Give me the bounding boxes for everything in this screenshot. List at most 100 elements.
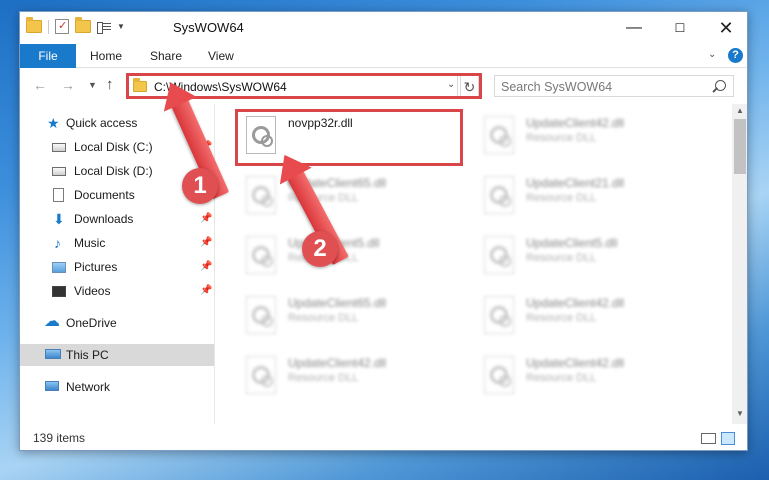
dll-file-icon	[484, 116, 514, 154]
properties-icon[interactable]	[55, 19, 69, 34]
quick-access-toolbar: ▼	[26, 17, 125, 34]
sidebar-item-label: Network	[66, 380, 111, 394]
help-icon[interactable]: ?	[728, 48, 743, 63]
sidebar-item-label: OneDrive	[66, 316, 117, 330]
navigation-bar: ← → ▼ ↑ C:\Windows\SysWOW64 ⌄ ↻ Search S…	[20, 69, 747, 103]
dll-file-icon	[246, 356, 276, 394]
recent-locations-chevron-icon[interactable]: ▼	[88, 80, 97, 90]
file-highlight	[235, 109, 463, 166]
dll-file-icon	[484, 356, 514, 394]
download-arrow-icon: ⬇	[53, 211, 65, 227]
computer-icon	[45, 349, 61, 359]
star-icon: ★	[47, 115, 60, 131]
file-type: Resource DLL	[288, 372, 359, 384]
search-icon[interactable]	[715, 80, 726, 91]
status-bar: 139 items	[20, 425, 747, 450]
vertical-scrollbar[interactable]: ▲ ▼	[732, 104, 747, 424]
file-name: UpdateClient5.dll	[526, 236, 618, 250]
file-explorer-window: ▼ SysWOW64 — ☐ ✕ File Home Share View ⌄ …	[19, 11, 748, 451]
file-item[interactable]: UpdateClient42.dll Resource DLL	[240, 348, 470, 408]
pin-icon[interactable]: 📌	[200, 280, 212, 302]
drive-icon	[52, 167, 66, 176]
large-icons-view-icon[interactable]	[721, 432, 735, 445]
file-item[interactable]: UpdateClient21.dll Resource DLL	[478, 168, 708, 228]
dll-file-icon	[246, 176, 276, 214]
network-icon	[45, 381, 59, 391]
title-bar: ▼ SysWOW64 — ☐ ✕	[20, 12, 747, 44]
file-type: Resource DLL	[526, 192, 597, 204]
back-arrow-icon[interactable]: ←	[33, 77, 47, 93]
file-type: Resource DLL	[526, 132, 597, 144]
sidebar-item-label: Pictures	[74, 260, 118, 274]
file-item[interactable]: UpdateClient65.dll Resource DLL	[240, 288, 470, 348]
music-note-icon: ♪	[54, 235, 61, 251]
sidebar-item-label: This PC	[66, 348, 109, 362]
dll-file-icon	[246, 236, 276, 274]
dll-file-icon	[484, 236, 514, 274]
dll-file-icon	[484, 176, 514, 214]
sidebar-item-network[interactable]: Network	[20, 376, 215, 398]
step-2-badge: 2	[302, 231, 338, 267]
dll-file-icon	[484, 296, 514, 334]
sidebar-item-videos[interactable]: Videos 📌	[20, 280, 215, 302]
file-name: UpdateClient21.dll	[526, 176, 625, 190]
file-item[interactable]: UpdateClient42.dll Resource DLL	[478, 108, 708, 168]
file-item[interactable]: UpdateClient65.dll Resource DLL	[240, 168, 470, 228]
sidebar-item-onedrive[interactable]: ☁ OneDrive	[20, 312, 215, 334]
new-folder-icon[interactable]	[75, 17, 91, 33]
file-name: UpdateClient42.dll	[288, 356, 387, 370]
file-item[interactable]: UpdateClient42.dll Resource DLL	[478, 348, 708, 408]
tab-view[interactable]: View	[208, 44, 234, 68]
sidebar-item-label: Videos	[74, 284, 111, 298]
sidebar-item-pictures[interactable]: Pictures 📌	[20, 256, 215, 278]
scroll-down-icon[interactable]: ▼	[736, 409, 744, 418]
sidebar-item-label: Local Disk (C:)	[74, 140, 153, 154]
scrollbar-thumb[interactable]	[734, 119, 746, 174]
pin-icon[interactable]: 📌	[200, 232, 212, 254]
minimize-button[interactable]: —	[611, 12, 657, 44]
scroll-up-icon[interactable]: ▲	[736, 106, 744, 115]
tab-home[interactable]: Home	[90, 44, 122, 68]
view-options-icon[interactable]	[97, 21, 111, 34]
sidebar-item-label: Documents	[74, 188, 135, 202]
file-type: Resource DLL	[526, 252, 597, 264]
dll-file-icon	[246, 296, 276, 334]
file-name: UpdateClient65.dll	[288, 296, 387, 310]
sidebar-item-music[interactable]: ♪ Music 📌	[20, 232, 215, 254]
navigation-pane: ★ Quick access Local Disk (C:) 📌 Local D…	[20, 104, 215, 424]
file-item[interactable]: UpdateClient5.dll Resource DLL	[478, 228, 708, 288]
search-input[interactable]: Search SysWOW64	[494, 75, 734, 97]
file-type: Resource DLL	[526, 372, 597, 384]
file-name: UpdateClient42.dll	[526, 296, 625, 310]
file-type: Resource DLL	[288, 312, 359, 324]
sidebar-item-label: Downloads	[74, 212, 134, 226]
step-1-badge: 1	[182, 168, 218, 204]
cloud-icon: ☁	[44, 313, 60, 330]
sidebar-item-this-pc[interactable]: This PC	[20, 344, 214, 366]
ribbon-tabs: File Home Share View ⌄ ?	[20, 44, 747, 68]
folder-icon[interactable]	[26, 17, 42, 33]
customize-toolbar-chevron-icon[interactable]: ▼	[117, 22, 125, 31]
pin-icon[interactable]: 📌	[200, 208, 212, 230]
details-view-icon[interactable]	[701, 433, 716, 444]
file-name: UpdateClient42.dll	[526, 356, 625, 370]
toolbar-separator	[48, 19, 49, 34]
expand-ribbon-chevron-icon[interactable]: ⌄	[708, 49, 716, 60]
tab-share[interactable]: Share	[150, 44, 182, 68]
file-item[interactable]: UpdateClient42.dll Resource DLL	[478, 288, 708, 348]
close-button[interactable]: ✕	[703, 12, 747, 44]
documents-icon	[53, 188, 64, 202]
film-icon	[52, 286, 66, 297]
up-arrow-icon[interactable]: ↑	[106, 76, 114, 93]
maximize-button[interactable]: ☐	[657, 12, 703, 44]
file-name: UpdateClient42.dll	[526, 116, 625, 130]
sidebar-item-label: Quick access	[66, 116, 138, 130]
sidebar-item-downloads[interactable]: ⬇ Downloads 📌	[20, 208, 215, 230]
file-item[interactable]: UpdateClient5.dll Resource DLL	[240, 228, 470, 288]
sidebar-item-label: Music	[74, 236, 106, 250]
pictures-icon	[52, 262, 66, 273]
pin-icon[interactable]: 📌	[200, 256, 212, 278]
item-count: 139 items	[33, 431, 86, 445]
forward-arrow-icon[interactable]: →	[61, 77, 75, 93]
tab-file[interactable]: File	[20, 44, 76, 68]
